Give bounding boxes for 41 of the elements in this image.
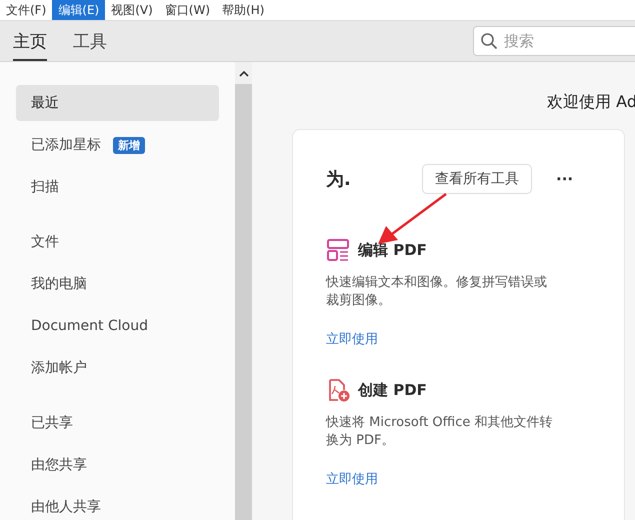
tool-description: 快速将 Microsoft Office 和其他文件转换为 PDF。	[326, 414, 554, 450]
tab[interactable]: 工具	[73, 22, 107, 60]
sidebar-item-label: 已共享	[31, 414, 73, 432]
menu-item[interactable]: 文件(F)	[0, 0, 52, 20]
sidebar-item-label: 添加帐户	[31, 359, 87, 377]
sidebar-item[interactable]: 文件	[16, 224, 219, 260]
sidebar-item[interactable]: 由他人共享	[16, 489, 219, 520]
sidebar-item[interactable]: 扫描	[16, 169, 219, 205]
more-button[interactable]: ···	[556, 170, 574, 188]
sidebar-item-label: 最近	[31, 94, 59, 112]
sidebar-item[interactable]: 最近	[16, 85, 219, 121]
menu-item[interactable]: 帮助(H)	[216, 0, 270, 20]
menu-item[interactable]: 窗口(W)	[158, 0, 216, 20]
tool-title: 创建 PDF	[358, 380, 427, 400]
menu-item[interactable]: 编辑(E)	[52, 0, 106, 20]
use-now-link[interactable]: 立即使用	[326, 330, 378, 348]
sidebar-item-label: 扫描	[31, 178, 59, 196]
sidebar-item-label: 由他人共享	[31, 498, 101, 516]
sidebar-item[interactable]: 已添加星标 新增	[16, 127, 219, 163]
sidebar-item-label: 文件	[31, 233, 59, 251]
sidebar-item[interactable]: 我的电脑	[16, 266, 219, 302]
sidebar-item-label: Document Cloud	[31, 318, 148, 334]
menu-item[interactable]: 视图(V)	[105, 0, 159, 20]
use-now-link[interactable]: 立即使用	[326, 470, 378, 488]
create-pdf-icon	[326, 378, 350, 402]
tool-description: 快速编辑文本和图像。修复拼写错误或裁剪图像。	[326, 274, 548, 310]
view-all-tools-button[interactable]: 查看所有工具	[422, 164, 532, 194]
sidebar-item-label: 已添加星标	[31, 136, 101, 154]
card-title: 为.	[326, 168, 352, 191]
sidebar-item[interactable]: 已共享	[16, 405, 219, 441]
search-field[interactable]: 搜索	[473, 26, 635, 56]
sidebar-item-label: 由您共享	[31, 456, 87, 474]
new-badge: 新增	[113, 136, 145, 154]
sidebar-item-label: 我的电脑	[31, 275, 87, 293]
scrollbar[interactable]	[235, 62, 252, 520]
sidebar-item[interactable]: 由您共享	[16, 447, 219, 483]
sidebar-item[interactable]: 添加帐户	[16, 350, 219, 386]
tool-title: 编辑 PDF	[358, 240, 427, 260]
edit-pdf-icon	[326, 238, 350, 262]
sidebar-item[interactable]: Document Cloud	[16, 308, 219, 344]
chevron-up-icon[interactable]	[238, 70, 248, 76]
